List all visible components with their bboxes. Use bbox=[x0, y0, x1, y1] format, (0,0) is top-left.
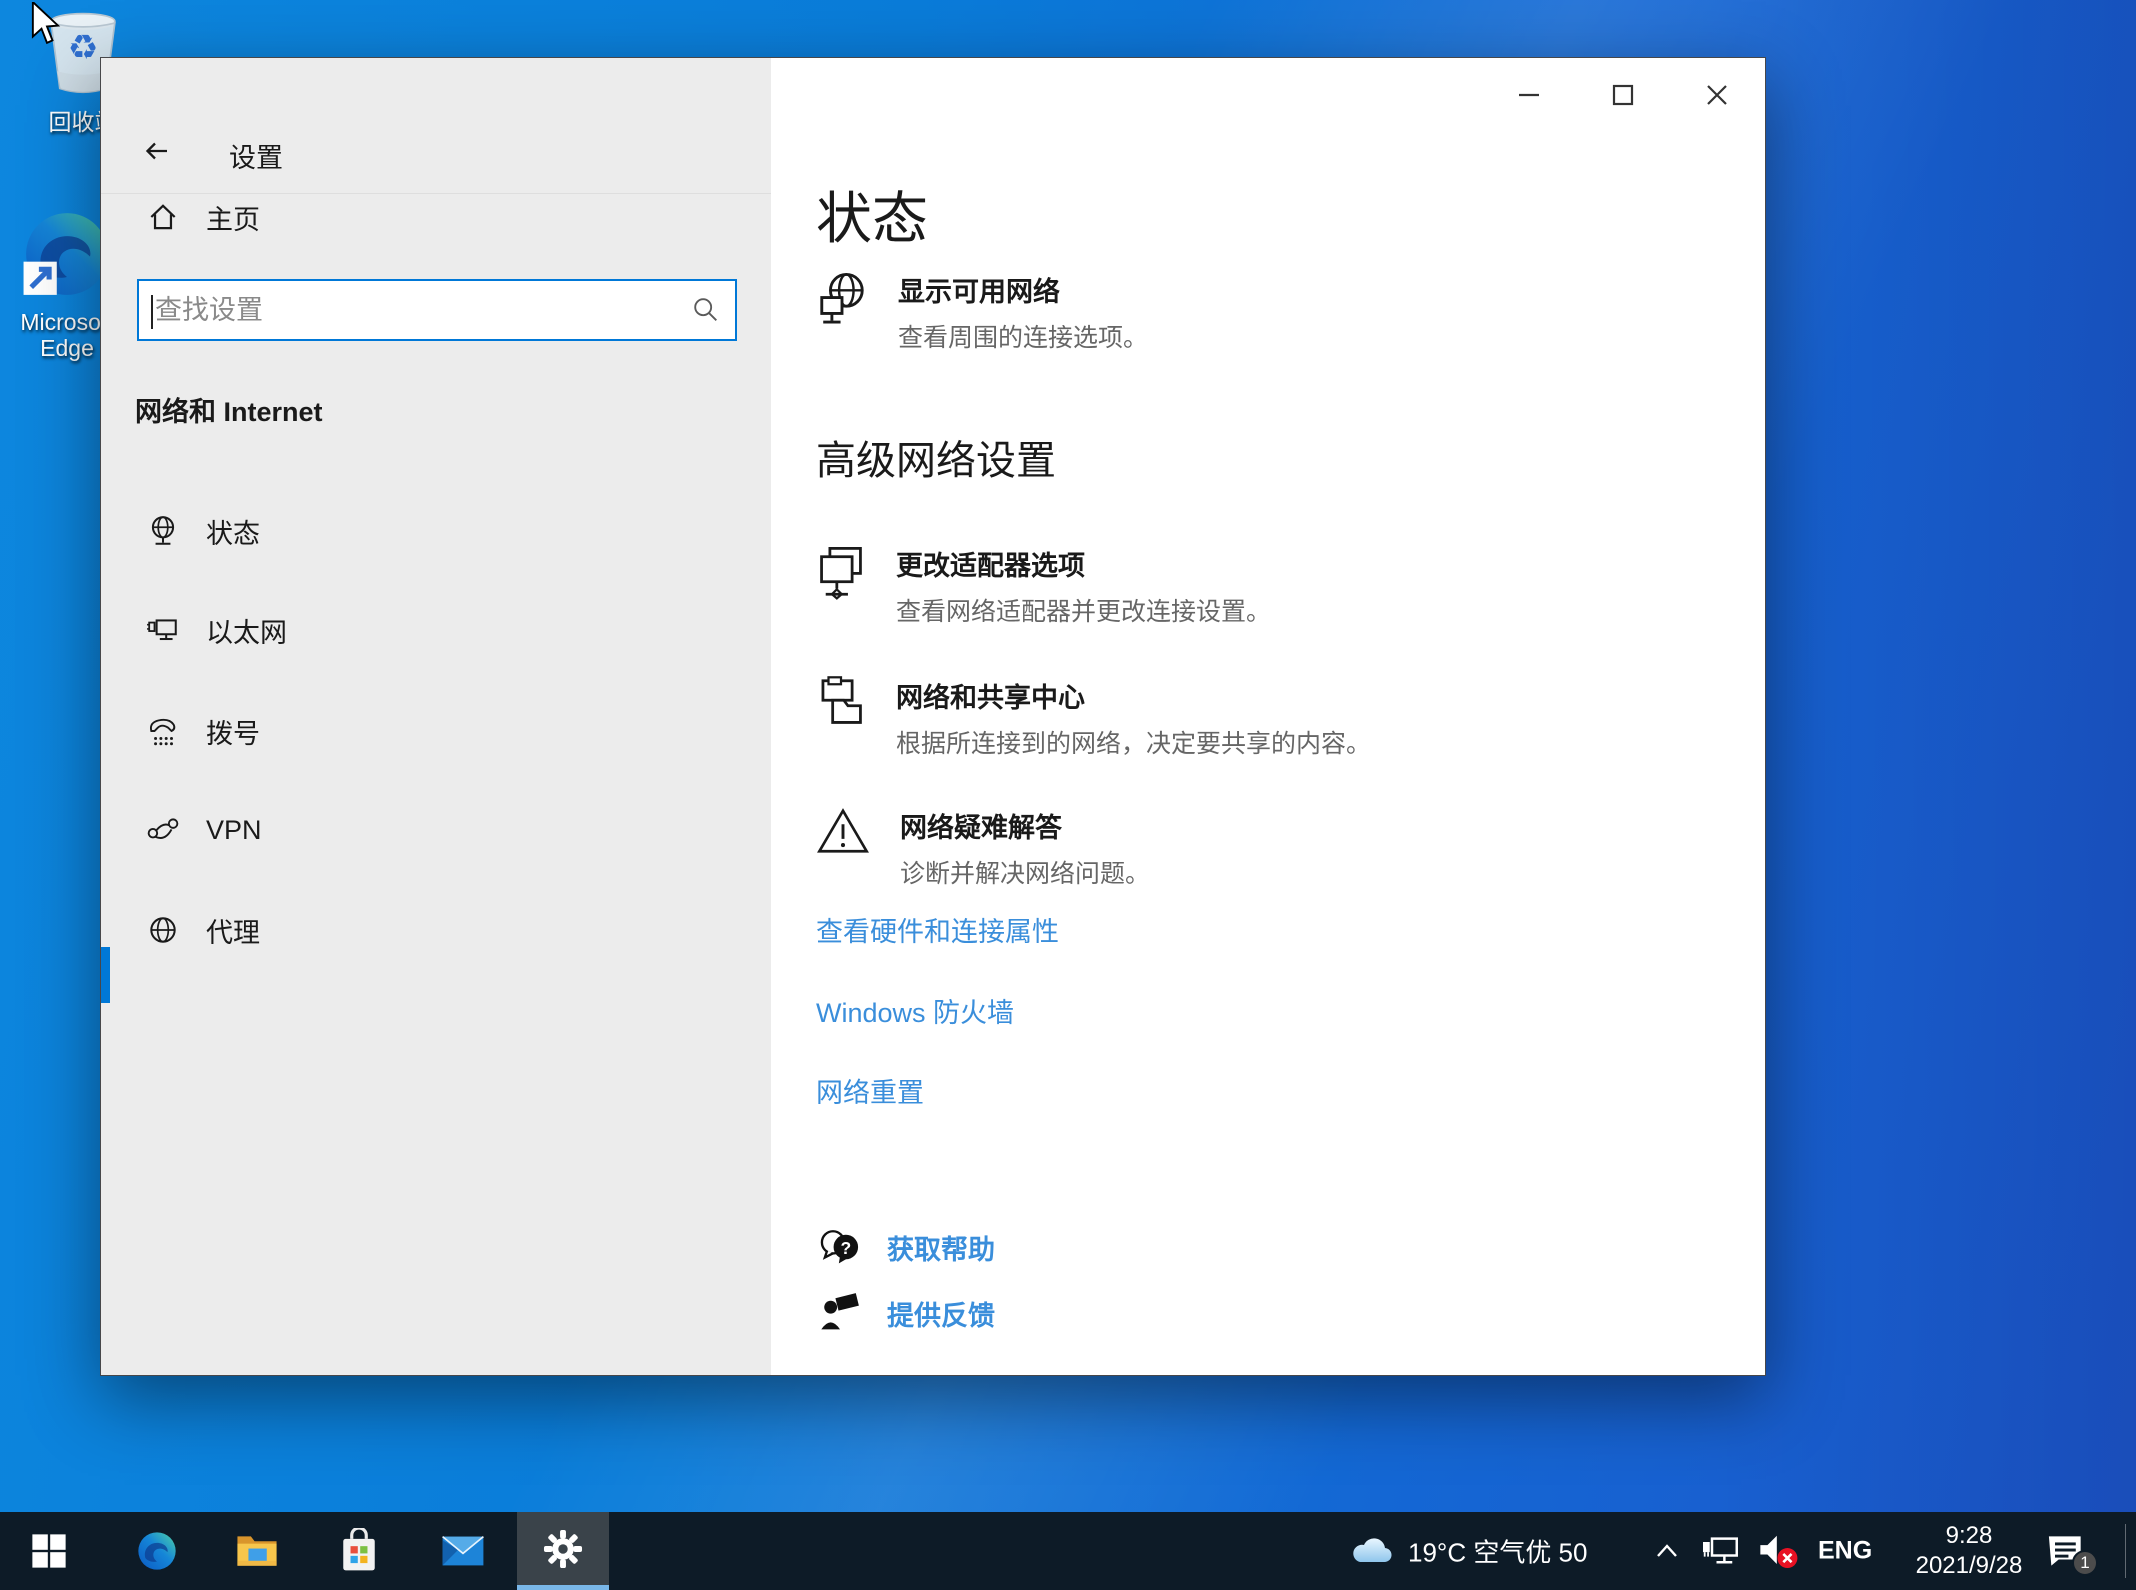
vpn-icon bbox=[147, 818, 179, 839]
taskbar-edge-button[interactable] bbox=[112, 1512, 202, 1590]
feedback-icon bbox=[821, 1293, 859, 1330]
item-subtitle: 查看网络适配器并更改连接设置。 bbox=[896, 598, 1272, 626]
sidebar-item-ethernet[interactable]: 以太网 bbox=[101, 601, 771, 659]
item-title: 更改适配器选项 bbox=[896, 551, 1085, 581]
sidebar-item-status[interactable]: 状态 bbox=[101, 502, 771, 1003]
page-title: 状态 bbox=[816, 187, 928, 250]
section-heading: 高级网络设置 bbox=[816, 439, 1056, 483]
mail-icon bbox=[442, 1535, 484, 1566]
proxy-globe-icon bbox=[150, 917, 176, 943]
get-help-link[interactable]: ? 获取帮助 bbox=[819, 1226, 995, 1268]
weather-status[interactable]: 19°C 空气优 50 bbox=[1408, 1533, 1587, 1570]
give-feedback-label: 提供反馈 bbox=[887, 1300, 995, 1331]
item-title: 网络疑难解答 bbox=[900, 813, 1062, 843]
clock-date: 2021/9/28 bbox=[1915, 1552, 2023, 1579]
item-title: 网络和共享中心 bbox=[896, 683, 1085, 713]
window-caption-buttons bbox=[1482, 59, 1764, 131]
tray-expand-chevron-icon[interactable] bbox=[1652, 1541, 1682, 1561]
warning-triangle-icon bbox=[817, 808, 869, 853]
sidebar-item-label: VPN bbox=[206, 814, 262, 845]
back-button[interactable] bbox=[131, 128, 183, 174]
item-title: 显示可用网络 bbox=[898, 277, 1060, 307]
minimize-button[interactable] bbox=[1482, 59, 1576, 131]
language-indicator[interactable]: ENG bbox=[1818, 1537, 1872, 1566]
get-help-icon: ? bbox=[820, 1230, 859, 1264]
maximize-icon bbox=[1612, 84, 1634, 106]
tray-network-icon[interactable] bbox=[1700, 1533, 1742, 1569]
svg-text:♻: ♻ bbox=[68, 29, 99, 67]
status-globe-icon bbox=[151, 516, 175, 545]
close-button[interactable] bbox=[1670, 59, 1764, 131]
settings-gear-icon bbox=[543, 1529, 583, 1568]
screen: ♻ 回收站 Microsoft Edge 设置 主页 查找设置 网络和 Inte… bbox=[0, 0, 2136, 1590]
close-icon bbox=[1707, 85, 1727, 105]
get-help-label: 获取帮助 bbox=[887, 1234, 995, 1265]
sidebar-item-home[interactable]: 主页 bbox=[101, 188, 771, 246]
text-caret bbox=[151, 295, 153, 329]
window-title: 设置 bbox=[229, 143, 283, 173]
search-icon[interactable] bbox=[691, 295, 721, 325]
link-hardware-connection-properties[interactable]: 查看硬件和连接属性 bbox=[816, 910, 1059, 949]
item-subtitle: 查看周围的连接选项。 bbox=[898, 324, 1149, 352]
taskbar-mail-button[interactable] bbox=[418, 1512, 508, 1590]
change-adapter-options-item[interactable]: 更改适配器选项 查看网络适配器并更改连接设置。 bbox=[816, 544, 1271, 628]
sidebar-section-heading: 网络和 Internet bbox=[135, 397, 323, 427]
show-available-networks-item[interactable]: 显示可用网络 查看周围的连接选项。 bbox=[816, 270, 1148, 354]
sidebar-item-label: 拨号 bbox=[206, 718, 260, 749]
microsoft-store-icon bbox=[343, 1528, 375, 1571]
windows-start-icon bbox=[32, 1534, 66, 1568]
sidebar-item-label: 以太网 bbox=[206, 617, 287, 648]
notification-badge: 1 bbox=[2072, 1550, 2098, 1576]
settings-window: 设置 主页 网络和 Internet bbox=[100, 57, 1766, 1376]
sidebar-item-label: 状态 bbox=[206, 518, 260, 549]
adapter-options-icon bbox=[820, 546, 862, 600]
sidebar-item-vpn[interactable]: VPN bbox=[101, 801, 771, 859]
maximize-button[interactable] bbox=[1576, 59, 1670, 131]
item-subtitle: 诊断并解决网络问题。 bbox=[900, 860, 1151, 888]
search-input[interactable] bbox=[139, 281, 691, 339]
give-feedback-link[interactable]: 提供反馈 bbox=[819, 1292, 995, 1334]
edge-taskbar-icon bbox=[138, 1532, 176, 1570]
taskbar-clock[interactable]: 9:28 2021/9/28 bbox=[1890, 1512, 2048, 1590]
sidebar-item-label: 代理 bbox=[206, 917, 260, 948]
taskbar-store-button[interactable] bbox=[314, 1512, 404, 1590]
link-windows-firewall[interactable]: Windows 防火墙 bbox=[816, 991, 1014, 1030]
link-network-reset[interactable]: 网络重置 bbox=[816, 1071, 924, 1110]
svg-text:?: ? bbox=[840, 1238, 851, 1258]
start-button[interactable] bbox=[16, 1512, 82, 1590]
weather-cloud-icon[interactable] bbox=[1348, 1535, 1396, 1567]
sharing-center-icon bbox=[821, 676, 862, 724]
mouse-cursor bbox=[31, 2, 61, 45]
settings-sidebar: 设置 主页 网络和 Internet bbox=[101, 58, 771, 1375]
available-networks-icon bbox=[820, 273, 864, 324]
file-explorer-icon bbox=[237, 1536, 277, 1566]
network-troubleshooter-item[interactable]: 网络疑难解答 诊断并解决网络问题。 bbox=[816, 806, 1150, 890]
taskbar: 19°C 空气优 50 ENG 9:28 2021/9/28 1 bbox=[0, 1512, 2136, 1590]
minimize-icon bbox=[1519, 93, 1539, 97]
back-arrow-icon bbox=[145, 142, 167, 160]
sidebar-home-label: 主页 bbox=[206, 204, 260, 235]
network-sharing-center-item[interactable]: 网络和共享中心 根据所连接到的网络，决定要共享的内容。 bbox=[816, 676, 1371, 760]
settings-search-box[interactable] bbox=[137, 279, 737, 341]
home-icon bbox=[150, 204, 176, 230]
dialup-icon bbox=[150, 718, 176, 746]
taskbar-settings-button[interactable] bbox=[517, 1512, 609, 1590]
item-subtitle: 根据所连接到的网络，决定要共享的内容。 bbox=[896, 730, 1372, 758]
show-desktop-button[interactable] bbox=[2125, 1524, 2126, 1578]
tray-volume-muted-icon[interactable] bbox=[1756, 1531, 1800, 1571]
taskbar-file-explorer-button[interactable] bbox=[212, 1512, 302, 1590]
sidebar-item-dialup[interactable]: 拨号 bbox=[101, 702, 771, 760]
clock-time: 9:28 bbox=[1945, 1522, 1993, 1549]
settings-content: 状态 显示可用网络 查看周围的连接选项。 高级网络设置 更改适配器选项 查看网络… bbox=[771, 58, 1765, 1375]
sidebar-item-proxy[interactable]: 代理 bbox=[101, 901, 771, 959]
ethernet-icon bbox=[147, 619, 177, 641]
